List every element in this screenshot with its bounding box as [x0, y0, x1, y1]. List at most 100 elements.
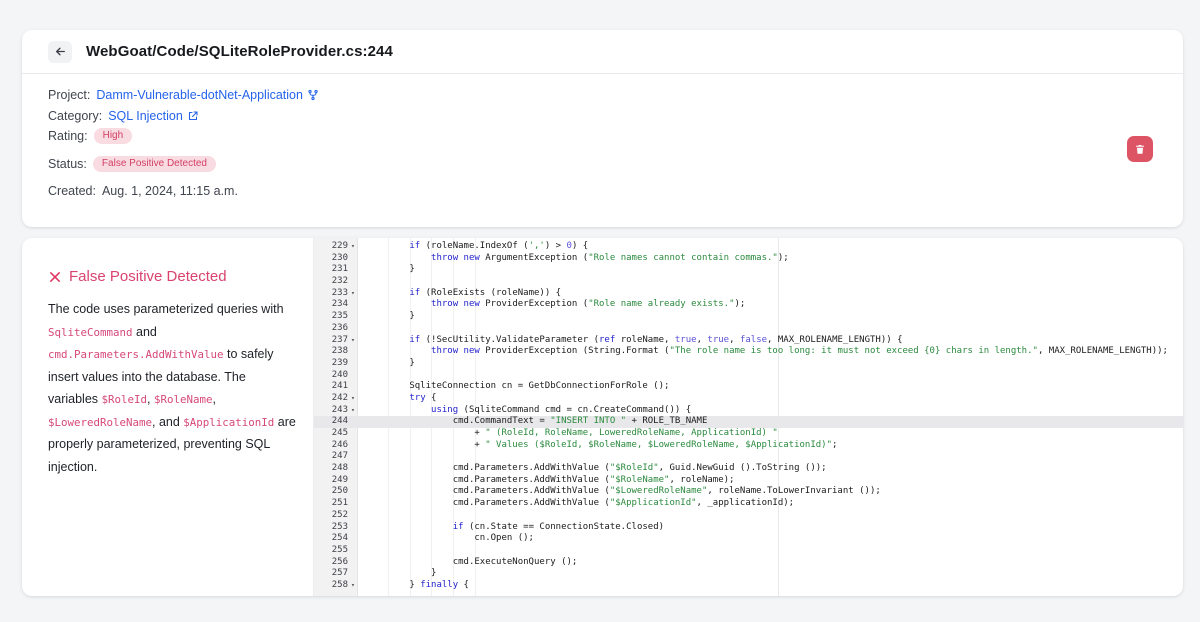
code-text: cmd.CommandText = "INSERT INTO " + ROLE_…: [358, 416, 1183, 428]
paragraph-text: ,: [147, 392, 154, 406]
code-text: SqliteConnection cn = GetDbConnectionFor…: [358, 381, 1183, 393]
code-text: if (roleName.IndexOf (',') > 0) {: [358, 241, 1183, 253]
line-number: 251: [332, 498, 348, 510]
code-text: throw new ProviderException ("Role name …: [358, 299, 1183, 311]
line-number: 242: [332, 393, 348, 405]
code-text: if (!SecUtility.ValidateParameter (ref r…: [358, 335, 1183, 347]
gutter-cell: 251: [314, 498, 358, 510]
finding-detail-card: WebGoat/Code/SQLiteRoleProvider.cs:244 P…: [22, 30, 1183, 227]
project-link-text: Damm-Vulnerable-dotNet-Application: [96, 88, 303, 102]
code-lines: 229▾ if (roleName.IndexOf (',') > 0) {23…: [314, 238, 1183, 592]
fold-chevron-icon[interactable]: ▾: [348, 288, 358, 300]
code-line: 236: [314, 323, 1183, 335]
rating-badge: High: [94, 128, 133, 144]
category-link[interactable]: SQL Injection: [108, 109, 199, 123]
code-line: 253 if (cn.State == ConnectionState.Clos…: [314, 522, 1183, 534]
inline-code: cmd.Parameters.AddWithValue: [48, 348, 224, 361]
code-line: 240: [314, 370, 1183, 382]
paragraph-text: ,: [212, 392, 215, 406]
false-positive-heading-text: False Positive Detected: [69, 268, 227, 285]
page-title: WebGoat/Code/SQLiteRoleProvider.cs:244: [86, 43, 393, 60]
code-line: 234 throw new ProviderException ("Role n…: [314, 299, 1183, 311]
inline-code: SqliteCommand: [48, 326, 133, 339]
line-number: 254: [332, 533, 348, 545]
arrow-left-icon: [54, 45, 67, 58]
gutter-cell: 240: [314, 370, 358, 382]
code-line: 235 }: [314, 311, 1183, 323]
code-text: using (SqliteCommand cmd = cn.CreateComm…: [358, 405, 1183, 417]
code-text: cmd.Parameters.AddWithValue ("$RoleId", …: [358, 463, 1183, 475]
line-number: 256: [332, 557, 348, 569]
gutter-cell: 231: [314, 264, 358, 276]
code-text: [358, 451, 1183, 463]
line-number: 248: [332, 463, 348, 475]
fold-chevron-icon[interactable]: ▾: [348, 393, 358, 405]
code-line: 243▾ using (SqliteCommand cmd = cn.Creat…: [314, 405, 1183, 417]
status-badge: False Positive Detected: [93, 156, 216, 172]
fold-chevron-icon[interactable]: ▾: [348, 580, 358, 592]
gutter-cell: 229▾: [314, 241, 358, 253]
code-text: [358, 276, 1183, 288]
gutter-cell: 248: [314, 463, 358, 475]
rating-row: Rating: High: [48, 127, 1157, 144]
code-viewer[interactable]: 229▾ if (roleName.IndexOf (',') > 0) {23…: [313, 238, 1183, 596]
line-number: 240: [332, 370, 348, 382]
project-label: Project:: [48, 88, 90, 102]
analysis-paragraph: The code uses parameterized queries with…: [48, 298, 296, 478]
gutter-cell: 257: [314, 568, 358, 580]
status-row: Status: False Positive Detected: [48, 155, 1157, 172]
line-number: 235: [332, 311, 348, 323]
line-number: 232: [332, 276, 348, 288]
fold-chevron-icon[interactable]: ▾: [348, 241, 358, 253]
code-line: 247: [314, 451, 1183, 463]
code-line: 232: [314, 276, 1183, 288]
code-text: + " Values ($RoleId, $RoleName, $Lowered…: [358, 440, 1183, 452]
created-value: Aug. 1, 2024, 11:15 a.m.: [102, 184, 238, 198]
line-number: 234: [332, 299, 348, 311]
code-text: } finally {: [358, 580, 1183, 592]
trash-icon: [1134, 143, 1146, 156]
rating-label: Rating:: [48, 129, 88, 143]
code-line: 258▾ } finally {: [314, 580, 1183, 592]
gutter-cell: 243▾: [314, 405, 358, 417]
paragraph-text: The code uses parameterized queries with: [48, 302, 284, 316]
code-text: }: [358, 264, 1183, 276]
gutter-cell: 245: [314, 428, 358, 440]
fold-chevron-icon[interactable]: ▾: [348, 335, 358, 347]
status-label: Status:: [48, 157, 87, 171]
back-button[interactable]: [48, 41, 72, 63]
gutter-cell: 244: [314, 416, 358, 428]
code-line: 257 }: [314, 568, 1183, 580]
created-label: Created:: [48, 184, 96, 198]
line-number: 246: [332, 440, 348, 452]
code-line: 255: [314, 545, 1183, 557]
code-line: 251 cmd.Parameters.AddWithValue ("$Appli…: [314, 498, 1183, 510]
code-line: 231 }: [314, 264, 1183, 276]
gutter-cell: 236: [314, 323, 358, 335]
line-number: 238: [332, 346, 348, 358]
code-line: 252: [314, 510, 1183, 522]
category-link-text: SQL Injection: [108, 109, 183, 123]
delete-button[interactable]: [1127, 136, 1153, 162]
inline-code: $RoleId: [102, 393, 148, 406]
gutter-cell: 256: [314, 557, 358, 569]
detail-header: WebGoat/Code/SQLiteRoleProvider.cs:244: [22, 30, 1183, 74]
code-line: 250 cmd.Parameters.AddWithValue ("$Lower…: [314, 486, 1183, 498]
code-line: 239 }: [314, 358, 1183, 370]
gutter-cell: 242▾: [314, 393, 358, 405]
line-number: 247: [332, 451, 348, 463]
analysis-card: False Positive Detected The code uses pa…: [22, 238, 1183, 596]
metadata-section: Project: Damm-Vulnerable-dotNet-Applicat…: [22, 74, 1183, 199]
gutter-cell: 246: [314, 440, 358, 452]
code-line: 248 cmd.Parameters.AddWithValue ("$RoleI…: [314, 463, 1183, 475]
gutter-cell: 255: [314, 545, 358, 557]
line-number: 257: [332, 568, 348, 580]
fold-chevron-icon[interactable]: ▾: [348, 405, 358, 417]
created-row: Created: Aug. 1, 2024, 11:15 a.m.: [48, 182, 1157, 199]
external-link-icon: [187, 110, 199, 122]
code-line: 254 cn.Open ();: [314, 533, 1183, 545]
code-text: cmd.Parameters.AddWithValue ("$Applicati…: [358, 498, 1183, 510]
project-link[interactable]: Damm-Vulnerable-dotNet-Application: [96, 88, 319, 102]
line-number: 236: [332, 323, 348, 335]
line-number: 239: [332, 358, 348, 370]
